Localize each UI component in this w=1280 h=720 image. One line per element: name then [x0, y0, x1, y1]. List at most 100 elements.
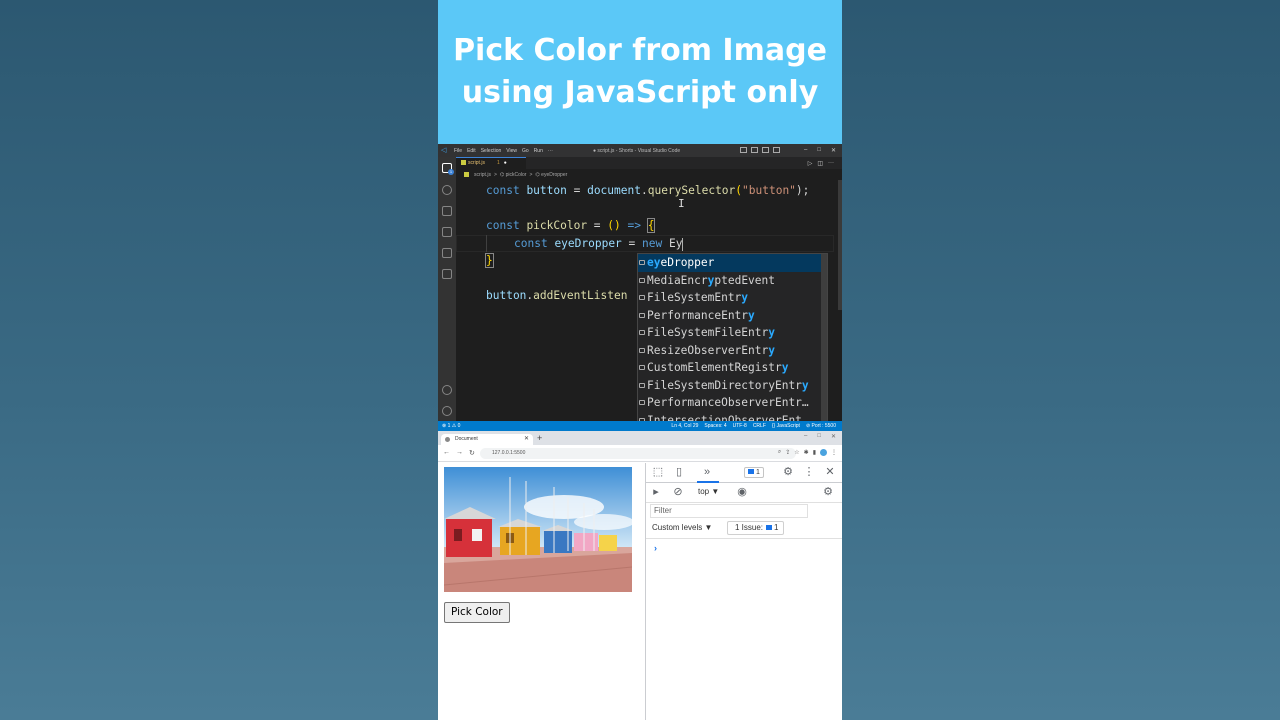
menu-view[interactable]: View: [506, 148, 517, 154]
devtools-panel: ⬚ ▯ » 1 ⚙ ⋮ ✕ ▸ ⊘ top ▼ ◉ ⚙ Filter Custo…: [645, 463, 842, 720]
source-control-icon[interactable]: [442, 206, 452, 216]
live-expression-eye-icon[interactable]: ◉: [736, 486, 748, 498]
suggestion-text: PerformanceEntr: [647, 308, 749, 322]
menu-selection[interactable]: Selection: [481, 148, 502, 154]
maximize-icon[interactable]: □: [817, 433, 821, 440]
minimize-icon[interactable]: –: [804, 147, 807, 154]
token-new: new: [642, 237, 663, 250]
issues-counter-button[interactable]: 1 Issue: 1: [727, 521, 785, 535]
address-bar[interactable]: 127.0.0.1:5500: [480, 448, 796, 459]
sidepanel-icon[interactable]: ▮: [813, 449, 816, 456]
token-keyword: const: [486, 219, 520, 232]
split-editor-icon[interactable]: ◫: [817, 160, 823, 167]
profile-avatar[interactable]: [820, 449, 827, 456]
run-icon[interactable]: ▷: [808, 160, 813, 167]
console-filter-input[interactable]: Filter: [650, 504, 808, 518]
suggestion-item[interactable]: eyeDropper: [638, 254, 827, 272]
live-server-port[interactable]: ⊘ Port : 5500: [806, 421, 836, 431]
device-toolbar-icon[interactable]: ▯: [673, 466, 685, 478]
close-icon[interactable]: ✕: [831, 433, 836, 440]
inspect-element-icon[interactable]: ⬚: [652, 466, 664, 478]
close-icon[interactable]: ✕: [831, 147, 836, 154]
more-tabs-icon[interactable]: »: [701, 466, 713, 478]
tab-script-js[interactable]: script.js 1 ●: [456, 157, 526, 169]
more-actions-icon[interactable]: ···: [828, 160, 834, 167]
vscode-titlebar: ◁ File Edit Selection View Go Run ··· ● …: [438, 144, 842, 157]
suggestion-item[interactable]: MediaEncryptedEvent: [638, 272, 827, 290]
more-options-icon[interactable]: ⋮: [803, 466, 815, 478]
clear-console-icon[interactable]: ⊘: [672, 486, 684, 498]
console-prompt[interactable]: ›: [654, 543, 657, 553]
cursor-position[interactable]: Ln 4, Col 29: [671, 421, 698, 431]
share-icon[interactable]: ⇪: [785, 449, 790, 456]
back-icon[interactable]: ←: [443, 449, 450, 457]
language-mode[interactable]: {} JavaScript: [772, 421, 800, 431]
menu-more[interactable]: ···: [548, 148, 553, 154]
suggestion-item[interactable]: CustomElementRegistry: [638, 359, 827, 377]
menu-file[interactable]: File: [454, 148, 462, 154]
suggestion-item[interactable]: ResizeObserverEntry: [638, 342, 827, 360]
suggest-scrollbar[interactable]: [821, 254, 827, 425]
search-icon[interactable]: [442, 185, 452, 195]
extensions-icon[interactable]: ✱: [804, 449, 809, 456]
close-devtools-icon[interactable]: ✕: [824, 466, 836, 478]
zoom-icon[interactable]: ⌕: [778, 449, 781, 456]
bookmark-star-icon[interactable]: ☆: [794, 449, 799, 456]
suggestion-item[interactable]: FileSystemFileEntry: [638, 324, 827, 342]
unsaved-dot-icon[interactable]: ●: [504, 160, 507, 166]
maximize-icon[interactable]: □: [817, 147, 821, 154]
token-paren: (): [607, 219, 621, 232]
minimize-icon[interactable]: –: [804, 433, 807, 440]
line-ending[interactable]: CRLF: [753, 421, 766, 431]
close-tab-icon[interactable]: ✕: [524, 434, 529, 445]
beach-huts-image[interactable]: [444, 467, 632, 592]
encoding[interactable]: UTF-8: [733, 421, 747, 431]
settings-gear-icon[interactable]: [442, 406, 452, 416]
breadcrumb-function[interactable]: ⌬ pickColor: [500, 172, 527, 178]
browser-tab[interactable]: Document ✕: [441, 434, 533, 445]
extensions-icon[interactable]: [442, 248, 452, 258]
class-symbol-icon: [639, 347, 645, 353]
remote-explorer-icon[interactable]: [442, 269, 452, 279]
new-tab-icon[interactable]: +: [537, 433, 542, 443]
suggestion-text: FileSystemFileEntr: [647, 326, 769, 339]
tab-label: script.js: [468, 160, 485, 166]
suggestion-item[interactable]: FileSystemDirectoryEntry: [638, 377, 827, 395]
globe-icon: [445, 437, 450, 442]
issues-badge[interactable]: 1: [744, 467, 764, 478]
suggestion-text: ptedEvent: [714, 273, 775, 287]
reload-icon[interactable]: ↻: [469, 449, 475, 457]
menu-go[interactable]: Go: [522, 148, 529, 154]
status-right: Ln 4, Col 29 Spaces: 4 UTF-8 CRLF {} Jav…: [671, 421, 836, 431]
problems-status[interactable]: ⊗ 1 ⚠ 0: [442, 421, 460, 431]
context-selector[interactable]: top ▼: [698, 487, 719, 496]
pick-color-button[interactable]: Pick Color: [444, 602, 510, 623]
indentation[interactable]: Spaces: 4: [704, 421, 726, 431]
menu-icon[interactable]: ⋮: [831, 449, 837, 456]
toggle-panel-icon[interactable]: [751, 147, 758, 153]
console-settings-icon[interactable]: ⚙: [822, 486, 834, 498]
menu-edit[interactable]: Edit: [467, 148, 476, 154]
token-arrow: =>: [620, 219, 648, 232]
breadcrumb-file[interactable]: script.js: [474, 172, 491, 178]
editor-actions: ▷ ◫ ···: [808, 160, 834, 167]
editor-scrollbar[interactable]: [838, 180, 842, 310]
activity-bar: 1: [438, 157, 456, 421]
forward-icon[interactable]: →: [456, 449, 463, 457]
sidebar-toggle-icon[interactable]: ▸: [650, 486, 662, 498]
devtools-toolbar: ⬚ ▯ » 1 ⚙ ⋮ ✕: [646, 463, 842, 483]
settings-gear-icon[interactable]: ⚙: [782, 466, 794, 478]
toggle-sidebar-icon[interactable]: [740, 147, 747, 153]
menu-run[interactable]: Run: [534, 148, 543, 154]
suggestion-item[interactable]: FileSystemEntry: [638, 289, 827, 307]
explorer-icon[interactable]: 1: [442, 163, 454, 175]
customize-layout-icon[interactable]: [773, 147, 780, 153]
log-levels-dropdown[interactable]: Custom levels ▼: [652, 523, 712, 532]
suggestion-item[interactable]: PerformanceEntry: [638, 307, 827, 325]
token-dot: .: [640, 184, 648, 197]
toggle-secondary-sidebar-icon[interactable]: [762, 147, 769, 153]
run-debug-icon[interactable]: [442, 227, 452, 237]
suggestion-item[interactable]: PerformanceObserverEntr…: [638, 394, 827, 412]
breadcrumb-variable[interactable]: ⌬ eyeDropper: [535, 172, 567, 178]
accounts-icon[interactable]: [442, 385, 452, 395]
